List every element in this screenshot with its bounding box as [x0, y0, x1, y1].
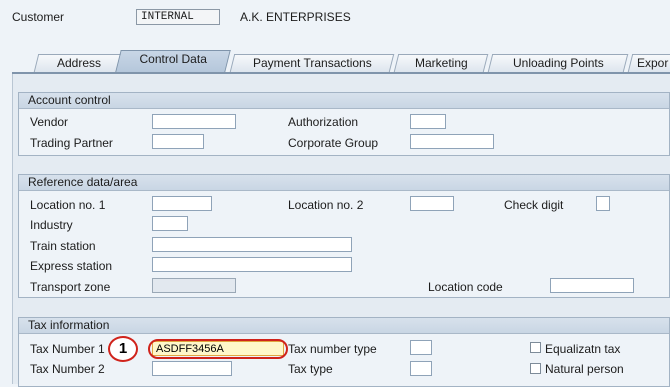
tax-information-header: Tax information — [19, 318, 669, 334]
train-station-label: Train station — [30, 239, 96, 253]
tab-marketing[interactable]: Marketing — [393, 54, 489, 72]
tax-number-type-input[interactable] — [410, 340, 432, 355]
location1-input[interactable] — [152, 196, 212, 211]
vendor-label: Vendor — [30, 115, 69, 129]
transport-zone-label: Transport zone — [30, 280, 111, 294]
step-number-badge: 1 — [108, 336, 138, 362]
equalization-tax-checkbox[interactable] — [530, 342, 541, 353]
authorization-label: Authorization — [288, 115, 359, 129]
location2-input[interactable] — [410, 196, 454, 211]
express-station-label: Express station — [30, 259, 113, 273]
corporate-group-input[interactable] — [410, 134, 494, 149]
check-digit-input[interactable] — [596, 196, 610, 211]
tab-export[interactable]: Expor — [627, 54, 670, 72]
account-control-header: Account control — [19, 93, 669, 109]
tax-number2-input[interactable] — [152, 361, 232, 376]
tax-number-type-label: Tax number type — [288, 342, 377, 356]
industry-label: Industry — [30, 218, 73, 232]
express-station-input[interactable] — [152, 257, 352, 272]
tax-number2-label: Tax Number 2 — [30, 362, 105, 376]
customer-name: A.K. ENTERPRISES — [240, 10, 351, 24]
trading-partner-input[interactable] — [152, 134, 204, 149]
tax-type-label: Tax type — [288, 362, 333, 376]
authorization-input[interactable] — [410, 114, 446, 129]
tab-strip: Address Control Data Payment Transaction… — [20, 50, 670, 72]
tax-number1-label: Tax Number 1 — [30, 342, 105, 356]
tax-number-highlight-ring — [148, 339, 288, 359]
location2-label: Location no. 2 — [288, 198, 364, 212]
location-code-label: Location code — [428, 280, 503, 294]
tax-type-input[interactable] — [410, 361, 432, 376]
tab-address[interactable]: Address — [33, 54, 125, 72]
natural-person-checkbox[interactable] — [530, 363, 541, 374]
check-digit-label: Check digit — [504, 198, 564, 212]
train-station-input[interactable] — [152, 237, 352, 252]
tab-control-data[interactable]: Control Data — [115, 50, 231, 72]
trading-partner-label: Trading Partner — [30, 136, 113, 150]
natural-person-label: Natural person — [545, 362, 624, 376]
reference-data-header: Reference data/area — [19, 175, 669, 191]
transport-zone-input[interactable] — [152, 278, 236, 293]
tab-payment-transactions[interactable]: Payment Transactions — [229, 54, 395, 72]
industry-input[interactable] — [152, 216, 188, 231]
corporate-group-label: Corporate Group — [288, 136, 379, 150]
location-code-input[interactable] — [550, 278, 634, 293]
customer-code-field: INTERNAL — [136, 9, 220, 25]
location1-label: Location no. 1 — [30, 198, 106, 212]
customer-label: Customer — [12, 10, 65, 24]
vendor-input[interactable] — [152, 114, 236, 129]
tab-unloading-points[interactable]: Unloading Points — [487, 54, 629, 72]
equalization-tax-label: Equalizatn tax — [545, 342, 621, 356]
